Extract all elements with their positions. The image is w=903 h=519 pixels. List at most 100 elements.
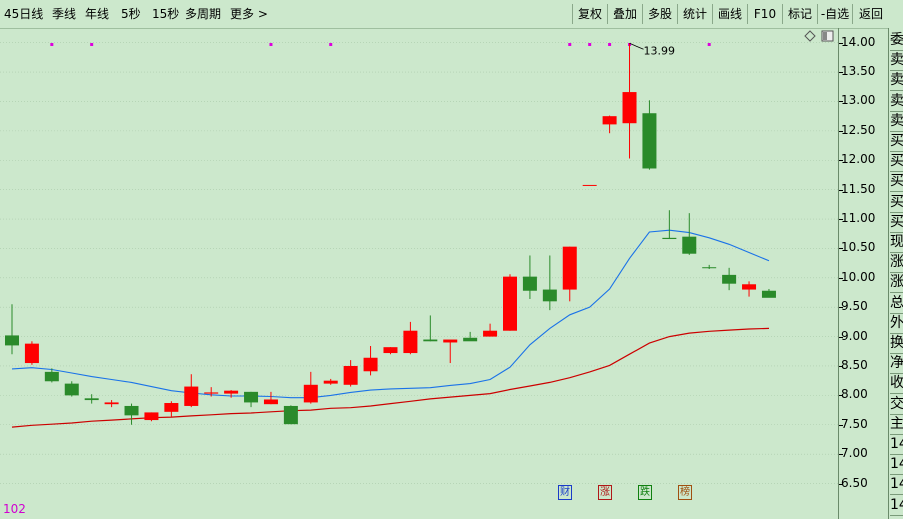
side-panel-label: 买 <box>890 192 903 213</box>
price-tick-label: 9.50 <box>841 299 868 314</box>
candle <box>263 391 278 405</box>
watchlist-remove-button[interactable]: -自选 <box>817 4 852 24</box>
moving-average-blue <box>11 229 770 399</box>
price-tick-label: 6.50 <box>841 475 868 490</box>
candle-body <box>562 246 577 290</box>
price-tick-label: 12.00 <box>841 152 876 167</box>
period-year[interactable]: 年线 <box>85 0 109 28</box>
top-marker <box>90 43 94 46</box>
price-tick-mark <box>839 248 843 250</box>
side-panel-label: 涨 <box>890 272 903 294</box>
candle-body <box>184 386 199 406</box>
side-panel-label: 外 <box>890 313 903 334</box>
high-price-label: 13.99 <box>644 44 676 57</box>
overlay-button[interactable]: 叠加 <box>607 4 642 24</box>
period-45day[interactable]: 45日线 <box>4 0 43 28</box>
period-quarter[interactable]: 季线 <box>52 0 76 28</box>
candle-body <box>682 236 697 254</box>
mark-button[interactable]: 标记 <box>782 4 817 24</box>
candle-body <box>503 276 517 331</box>
side-panel-label: 收 <box>890 373 903 395</box>
candle <box>562 246 577 302</box>
price-tick-label: 11.00 <box>841 211 876 226</box>
price-tick-label: 11.50 <box>841 181 876 196</box>
candle-body <box>742 284 757 290</box>
candle-body <box>164 403 179 412</box>
side-panel-label: 涨 <box>890 252 903 274</box>
top-marker <box>568 43 572 46</box>
ranking-badge[interactable]: 榜 <box>678 485 692 500</box>
back-button[interactable]: 返回 <box>852 4 889 24</box>
price-tick-mark <box>839 42 843 44</box>
price-tick-label: 13.50 <box>841 64 876 79</box>
price-tick-mark <box>839 72 843 74</box>
diamond-icon[interactable] <box>804 30 816 42</box>
side-panel-label: 卖 <box>890 70 903 92</box>
candle-body <box>522 276 537 291</box>
top-marker <box>588 43 592 46</box>
price-tick-mark <box>839 483 843 485</box>
candle-body <box>64 383 79 396</box>
price-tick-mark <box>839 130 843 132</box>
side-panel-label: 买 <box>890 171 903 193</box>
price-tick-label: 7.00 <box>841 446 868 461</box>
price-tick-label: 13.00 <box>841 93 876 108</box>
price-tick-label: 8.00 <box>841 387 868 402</box>
side-panel-label: 净 <box>890 353 903 375</box>
price-tick-mark <box>839 454 843 456</box>
multi-stock-button[interactable]: 多股 <box>642 4 677 24</box>
more-button[interactable]: 更多 > <box>230 0 268 28</box>
candlestick-chart[interactable]: 13.99 <box>0 28 838 500</box>
candle-body <box>722 274 737 284</box>
candle-body <box>244 391 259 403</box>
candle-body <box>662 237 677 240</box>
price-tick-label: 9.00 <box>841 328 868 343</box>
price-tick-mark <box>839 160 843 162</box>
window-icon[interactable] <box>821 30 834 42</box>
price-tick-mark <box>839 277 843 279</box>
f10-button[interactable]: F10 <box>747 4 782 24</box>
candle <box>503 274 517 331</box>
candle <box>104 400 119 408</box>
candle <box>64 381 79 397</box>
side-panel-label: 卖 <box>890 91 903 112</box>
price-tick-mark <box>839 307 843 309</box>
side-panel-label: 买 <box>890 131 903 152</box>
statistics-button[interactable]: 统计 <box>677 4 712 24</box>
candle-body <box>323 380 338 384</box>
bottom-bar: 102 <box>0 500 838 519</box>
candle-body <box>5 335 19 346</box>
finance-badge[interactable]: 财 <box>558 485 572 500</box>
candle-body <box>84 398 99 401</box>
restore-rights-button[interactable]: 复权 <box>572 4 607 24</box>
candle-body <box>403 330 418 354</box>
candle-body <box>303 384 318 403</box>
candle-body <box>423 339 438 342</box>
candle <box>622 43 637 159</box>
candle <box>542 255 557 311</box>
candle <box>224 390 239 398</box>
side-panel-label: 14 <box>890 495 903 516</box>
price-tick-label: 10.50 <box>841 240 876 255</box>
price-tick-mark <box>839 219 843 221</box>
price-tick-mark <box>839 395 843 397</box>
period-5sec[interactable]: 5秒 <box>121 0 141 28</box>
candle-body <box>363 357 378 372</box>
side-panel-label: 14 <box>890 454 903 476</box>
candle <box>702 264 717 269</box>
candle <box>184 374 199 408</box>
period-15sec[interactable]: 15秒 <box>152 0 179 28</box>
candle <box>363 345 378 376</box>
candle <box>522 255 537 299</box>
side-panel-label: 买 <box>890 212 903 233</box>
price-tick-mark <box>839 365 843 367</box>
candle <box>602 115 617 134</box>
draw-line-button[interactable]: 画线 <box>712 4 747 24</box>
rise-badge[interactable]: 涨 <box>598 485 612 500</box>
side-panel: 委卖卖卖卖买买买买买现涨涨总外换净收交主14141414 <box>888 28 903 519</box>
price-tick-label: 12.50 <box>841 122 876 137</box>
multi-period-button[interactable]: 多周期 <box>185 0 221 28</box>
top-marker <box>707 43 711 46</box>
candle <box>144 412 159 422</box>
fall-badge[interactable]: 跌 <box>638 485 652 500</box>
